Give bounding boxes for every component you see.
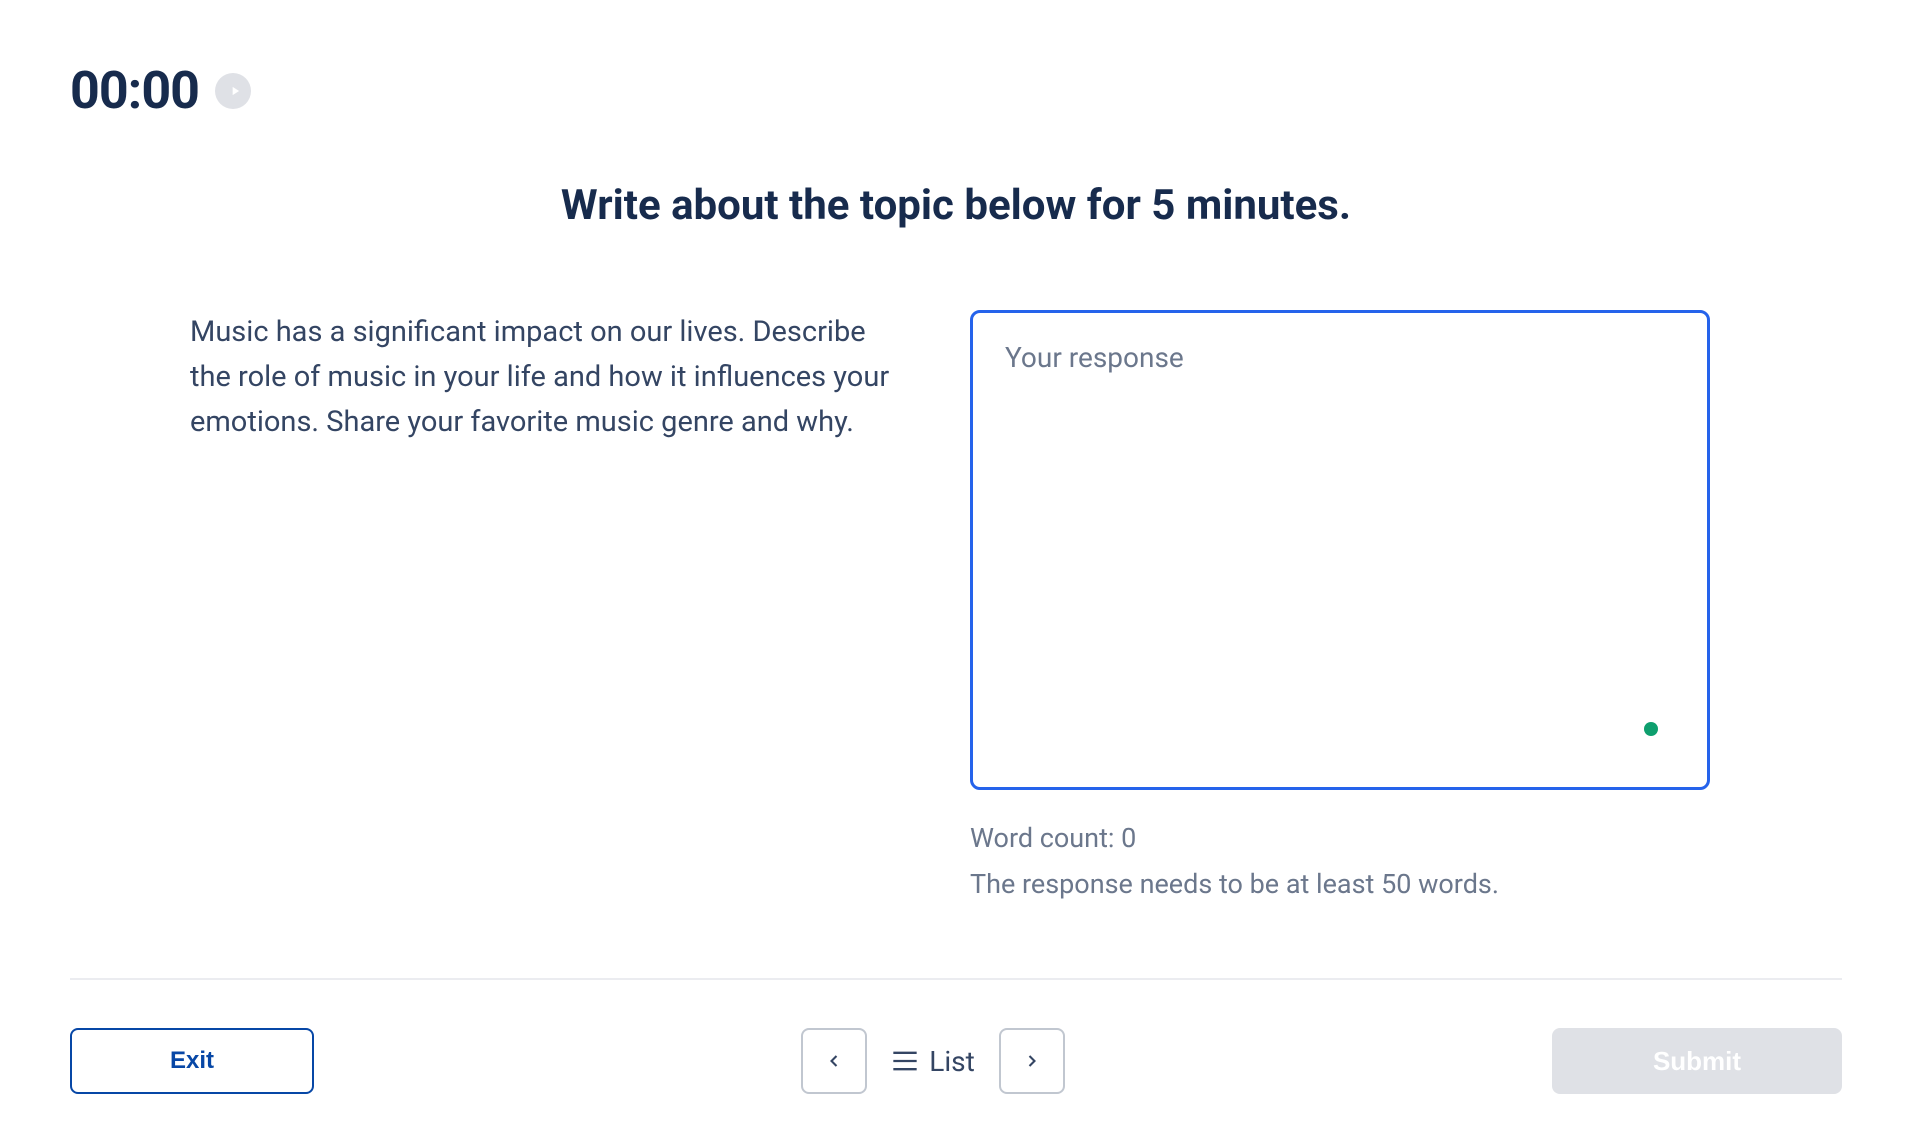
prev-button[interactable] (801, 1028, 867, 1094)
response-input[interactable] (970, 310, 1710, 790)
footer: Exit List Submit (70, 978, 1842, 1094)
chevron-right-icon (1022, 1051, 1042, 1071)
list-button-label: List (929, 1045, 975, 1078)
list-icon (891, 1050, 919, 1072)
word-count-label: Word count: 0 (970, 822, 1710, 854)
prompt-text: Music has a significant impact on our li… (190, 310, 910, 445)
submit-button-label: Submit (1653, 1046, 1741, 1077)
chevron-left-icon (824, 1051, 844, 1071)
content-area: Music has a significant impact on our li… (70, 310, 1842, 900)
exit-button-label: Exit (170, 1047, 214, 1075)
timer-display: 00:00 (70, 60, 199, 121)
play-icon (228, 84, 242, 98)
status-indicator-dot (1644, 722, 1658, 736)
timer-row: 00:00 (70, 60, 1842, 121)
instruction-heading: Write about the topic below for 5 minute… (70, 181, 1842, 230)
textarea-wrapper (970, 310, 1710, 794)
nav-section: List (801, 1028, 1065, 1094)
next-button[interactable] (999, 1028, 1065, 1094)
min-words-hint: The response needs to be at least 50 wor… (970, 868, 1710, 900)
prompt-section: Music has a significant impact on our li… (190, 310, 910, 900)
response-section: Word count: 0 The response needs to be a… (970, 310, 1710, 900)
submit-button[interactable]: Submit (1552, 1028, 1842, 1094)
play-button[interactable] (215, 73, 251, 109)
exit-button[interactable]: Exit (70, 1028, 314, 1094)
list-button[interactable]: List (891, 1045, 975, 1078)
